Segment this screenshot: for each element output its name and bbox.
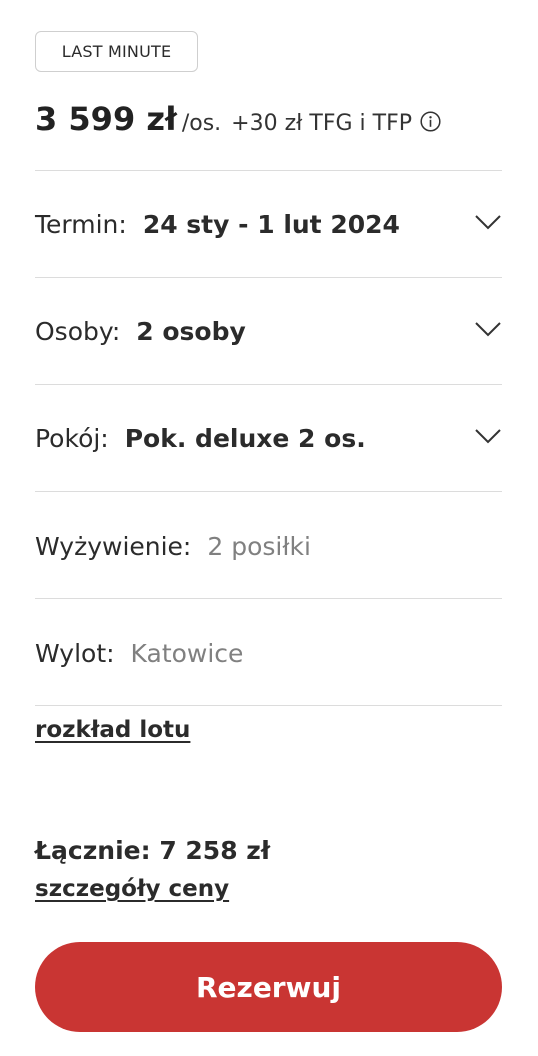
divider: [35, 170, 502, 171]
osoby-selector[interactable]: Osoby: 2 osoby: [35, 301, 502, 361]
reserve-button-label: Rezerwuj: [195, 970, 342, 1004]
badge-label: LAST MINUTE: [61, 42, 172, 61]
flight-schedule-link[interactable]: rozkład lotu: [35, 717, 190, 743]
price-details-link[interactable]: szczegóły ceny: [35, 876, 229, 902]
price-per-person: /os.: [181, 111, 222, 136]
wylot-row: Wylot: Katowice: [35, 623, 502, 683]
osoby-value: 2 osoby: [136, 316, 246, 346]
pokoj-value: Pok. deluxe 2 os.: [124, 423, 366, 453]
divider: [35, 384, 502, 385]
chevron-down-icon: [475, 215, 501, 230]
info-circle-icon[interactable]: [420, 111, 441, 132]
termin-value: 24 sty - 1 lut 2024: [142, 209, 400, 239]
divider: [35, 705, 502, 706]
pokoj-selector[interactable]: Pokój: Pok. deluxe 2 os.: [35, 408, 502, 468]
pokoj-label: Pokój:: [35, 423, 109, 453]
total-price: Łącznie: 7 258 zł: [35, 836, 271, 865]
osoby-label: Osoby:: [35, 316, 121, 346]
wylot-value: Katowice: [130, 638, 244, 668]
wyzywienie-label: Wyżywienie:: [35, 531, 192, 561]
divider: [35, 491, 502, 492]
wyzywienie-value: 2 posiłki: [207, 531, 311, 561]
wylot-label: Wylot:: [35, 638, 115, 668]
price-extra-fees: +30 zł TFG i TFP: [231, 111, 412, 136]
termin-selector[interactable]: Termin: 24 sty - 1 lut 2024: [35, 194, 502, 254]
termin-label: Termin:: [35, 209, 127, 239]
divider: [35, 598, 502, 599]
chevron-down-icon: [475, 429, 501, 444]
chevron-down-icon: [475, 322, 501, 337]
divider: [35, 277, 502, 278]
price-line: 3 599 zł /os. +30 zł TFG i TFP: [35, 100, 441, 150]
reserve-button[interactable]: Rezerwuj: [35, 942, 502, 1032]
wyzywienie-row: Wyżywienie: 2 posiłki: [35, 516, 502, 576]
price-amount: 3 599 zł: [35, 100, 177, 138]
last-minute-badge: LAST MINUTE: [35, 31, 198, 72]
